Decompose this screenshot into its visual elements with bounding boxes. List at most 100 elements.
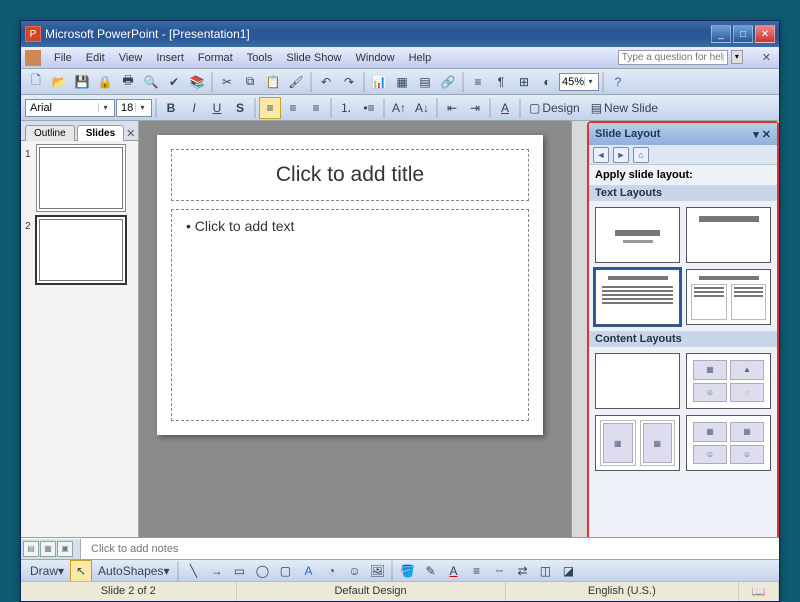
- font-size-combo[interactable]: 18 ▾: [116, 99, 152, 117]
- fill-color-button[interactable]: 🪣: [396, 560, 418, 582]
- copy-icon[interactable]: ⧉: [239, 71, 261, 93]
- menu-slideshow[interactable]: Slide Show: [279, 50, 348, 66]
- slides-tab[interactable]: Slides: [77, 125, 124, 141]
- permission-icon[interactable]: 🔒: [94, 71, 116, 93]
- body-placeholder[interactable]: Click to add text: [171, 209, 529, 421]
- decrease-font-button[interactable]: A↓: [411, 97, 433, 119]
- line-button[interactable]: ╲: [182, 560, 204, 582]
- draw-menu-button[interactable]: Draw ▾: [25, 560, 69, 582]
- arrow-button[interactable]: →: [205, 560, 227, 582]
- align-left-button[interactable]: ≡: [259, 97, 281, 119]
- wordart-button[interactable]: A: [297, 560, 319, 582]
- help-icon[interactable]: ?: [607, 71, 629, 93]
- 3d-style-button[interactable]: ◪: [557, 560, 579, 582]
- layout-two-column-text[interactable]: [686, 269, 771, 325]
- minimize-button[interactable]: _: [711, 25, 731, 43]
- format-painter-icon[interactable]: 🖌: [285, 71, 307, 93]
- maximize-button[interactable]: □: [733, 25, 753, 43]
- menu-view[interactable]: View: [112, 50, 150, 66]
- diagram-button[interactable]: ◔: [320, 560, 342, 582]
- close-pane-button[interactable]: ✕: [126, 127, 135, 140]
- shadow-button[interactable]: S: [229, 97, 251, 119]
- print-icon[interactable]: 🖶: [117, 71, 139, 93]
- select-objects-button[interactable]: ↖: [70, 560, 92, 582]
- help-search-input[interactable]: [618, 50, 728, 65]
- autoshapes-button[interactable]: AutoShapes ▾: [93, 560, 174, 582]
- table-icon[interactable]: ▦: [391, 71, 413, 93]
- task-home-button[interactable]: ⌂: [633, 147, 649, 163]
- task-forward-button[interactable]: ►: [613, 147, 629, 163]
- help-dropdown-icon[interactable]: ▾: [731, 50, 743, 64]
- clipart-button[interactable]: ☺: [343, 560, 365, 582]
- undo-icon[interactable]: ↶: [315, 71, 337, 93]
- hyperlink-icon[interactable]: 🔗: [437, 71, 459, 93]
- grid-icon[interactable]: ⊞: [513, 71, 535, 93]
- layout-content[interactable]: ▦ ▲ ☺ ◌: [686, 353, 771, 409]
- layout-scroll[interactable]: Text Layouts: [589, 185, 777, 538]
- arrow-style-button[interactable]: ⇄: [511, 560, 533, 582]
- research-icon[interactable]: 📚: [186, 71, 208, 93]
- outline-tab[interactable]: Outline: [25, 125, 75, 141]
- increase-font-button[interactable]: A↑: [388, 97, 410, 119]
- zoom-combo[interactable]: 45% ▾: [559, 73, 599, 91]
- menu-window[interactable]: Window: [348, 50, 401, 66]
- design-button[interactable]: ▢Design: [524, 97, 585, 119]
- font-color-button[interactable]: A: [442, 560, 464, 582]
- title-placeholder[interactable]: Click to add title: [171, 149, 529, 201]
- notes-prompt[interactable]: Click to add notes: [81, 543, 178, 555]
- oval-button[interactable]: ◯: [251, 560, 273, 582]
- underline-button[interactable]: U: [206, 97, 228, 119]
- tables-borders-icon[interactable]: ▤: [414, 71, 436, 93]
- layout-blank[interactable]: [595, 353, 680, 409]
- line-color-button[interactable]: ✎: [419, 560, 441, 582]
- decrease-indent-button[interactable]: ⇤: [441, 97, 463, 119]
- save-icon[interactable]: 💾: [71, 71, 93, 93]
- layout-title-only[interactable]: [686, 207, 771, 263]
- font-combo[interactable]: Arial ▾: [25, 99, 115, 117]
- bullets-button[interactable]: •≡: [358, 97, 380, 119]
- print-preview-icon[interactable]: 🔍: [140, 71, 162, 93]
- increase-indent-button[interactable]: ⇥: [464, 97, 486, 119]
- rectangle-button[interactable]: ▭: [228, 560, 250, 582]
- slide-canvas[interactable]: Click to add title Click to add text: [157, 135, 543, 435]
- cut-icon[interactable]: ✂: [216, 71, 238, 93]
- menu-file[interactable]: File: [47, 50, 79, 66]
- slide-thumb-1[interactable]: 1: [25, 147, 134, 209]
- dash-style-button[interactable]: ┄: [488, 560, 510, 582]
- close-document-button[interactable]: ✕: [758, 51, 775, 64]
- menu-tools[interactable]: Tools: [240, 50, 280, 66]
- layout-title-text[interactable]: [595, 269, 680, 325]
- show-formatting-icon[interactable]: ¶: [490, 71, 512, 93]
- align-right-button[interactable]: ≡: [305, 97, 327, 119]
- new-slide-button[interactable]: ▤New Slide: [586, 97, 663, 119]
- slideshow-view-button[interactable]: ▣: [57, 541, 73, 557]
- numbering-button[interactable]: ⒈: [335, 97, 357, 119]
- layout-content-content[interactable]: ▦ ▦: [595, 415, 680, 471]
- font-color-button[interactable]: A: [494, 97, 516, 119]
- menu-insert[interactable]: Insert: [149, 50, 191, 66]
- normal-view-button[interactable]: ▤: [23, 541, 39, 557]
- paste-icon[interactable]: 📋: [262, 71, 284, 93]
- task-close-icon[interactable]: ✕: [762, 128, 771, 141]
- menu-format[interactable]: Format: [191, 50, 240, 66]
- menu-help[interactable]: Help: [402, 50, 439, 66]
- shadow-style-button[interactable]: ◫: [534, 560, 556, 582]
- close-button[interactable]: ✕: [755, 25, 775, 43]
- bold-button[interactable]: B: [160, 97, 182, 119]
- menu-edit[interactable]: Edit: [79, 50, 112, 66]
- italic-button[interactable]: I: [183, 97, 205, 119]
- document-icon[interactable]: [25, 50, 41, 66]
- align-center-button[interactable]: ≡: [282, 97, 304, 119]
- vertical-scrollbar[interactable]: [571, 121, 587, 541]
- open-icon[interactable]: 📂: [48, 71, 70, 93]
- chart-icon[interactable]: 📊: [368, 71, 390, 93]
- slide-thumb-2[interactable]: 2: [25, 219, 134, 281]
- status-spellcheck-icon[interactable]: 📖: [739, 582, 779, 601]
- textbox-button[interactable]: ▢: [274, 560, 296, 582]
- spelling-icon[interactable]: ✔: [163, 71, 185, 93]
- sorter-view-button[interactable]: ▦: [40, 541, 56, 557]
- layout-four-content[interactable]: ▦ ▦ ☺ ☺: [686, 415, 771, 471]
- color-grayscale-icon[interactable]: ◐: [536, 71, 558, 93]
- new-icon[interactable]: 🗋: [25, 71, 47, 93]
- redo-icon[interactable]: ↷: [338, 71, 360, 93]
